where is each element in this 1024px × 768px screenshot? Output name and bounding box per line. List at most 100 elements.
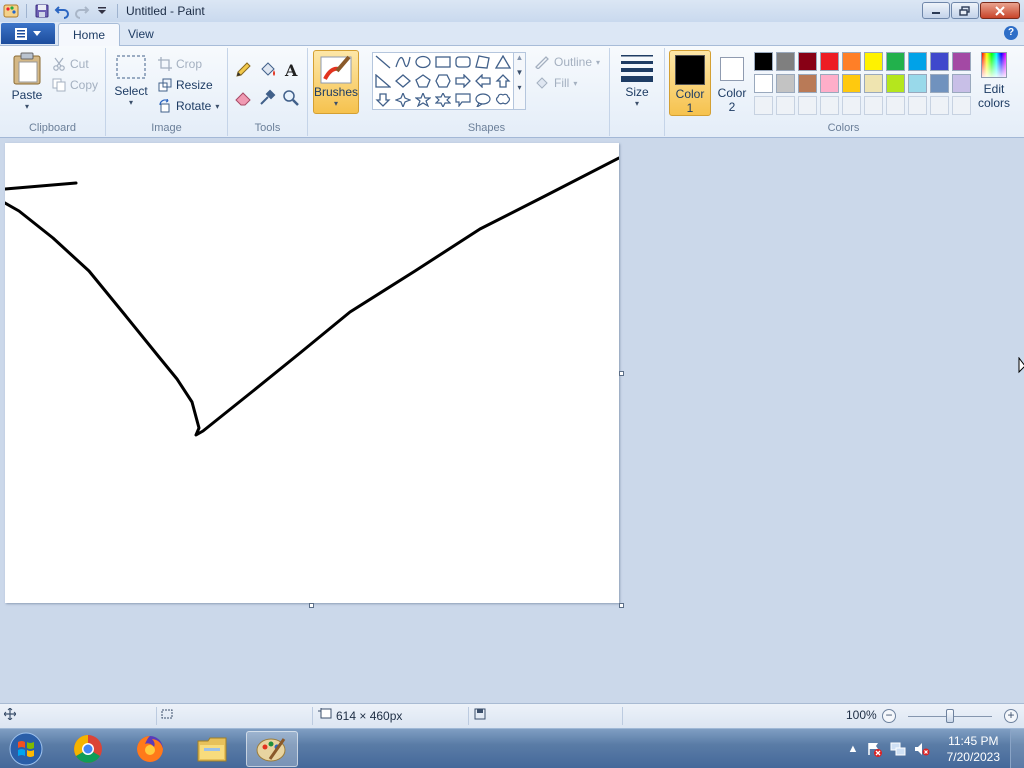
undo-icon[interactable] [53,2,71,20]
pentagon-shape-icon[interactable] [413,72,433,90]
palette-color-swatch[interactable] [930,74,949,93]
diamond-shape-icon[interactable] [393,72,413,90]
edit-colors-button[interactable]: Edit colors [974,50,1014,110]
fill-button[interactable]: Fill ▾ [534,73,577,93]
crop-button[interactable]: Crop [158,54,202,74]
pencil-icon[interactable] [232,60,254,80]
palette-color-swatch[interactable] [820,74,839,93]
canvas-resize-handle-bottom[interactable] [309,603,314,608]
palette-color-swatch[interactable] [908,74,927,93]
palette-color-swatch[interactable] [798,52,817,71]
four-point-star-shape-icon[interactable] [393,91,413,109]
size-button[interactable]: Size ▾ [614,52,660,108]
eraser-icon[interactable] [232,88,254,108]
outline-dropdown-arrow[interactable]: ▾ [596,58,600,67]
brushes-dropdown-arrow[interactable]: ▾ [314,99,358,108]
scroll-down-icon[interactable]: ▼ [514,68,525,77]
close-button[interactable] [980,2,1020,19]
rectangular-callout-shape-icon[interactable] [453,91,473,109]
palette-color-swatch[interactable] [754,74,773,93]
palette-color-swatch[interactable] [776,52,795,71]
shapes-scrollbar[interactable]: ▲ ▼ ▾ [514,52,526,110]
down-arrow-shape-icon[interactable] [373,91,393,109]
save-icon[interactable] [33,2,51,20]
color2-button[interactable]: Color 2 [713,50,751,116]
right-arrow-shape-icon[interactable] [453,72,473,90]
minimize-button[interactable] [922,2,950,19]
firefox-taskbar-icon[interactable] [124,731,176,767]
system-clock[interactable]: 11:45 PM 7/20/2023 [947,733,1000,765]
text-tool-icon[interactable]: A [280,60,302,80]
action-center-icon[interactable] [866,741,882,757]
rotate-button[interactable]: Rotate ▾ [158,96,219,116]
six-point-star-shape-icon[interactable] [433,91,453,109]
copy-button[interactable]: Copy [52,75,98,95]
palette-color-swatch[interactable] [952,52,971,71]
palette-custom-slot[interactable] [820,96,839,115]
palette-color-swatch[interactable] [776,74,795,93]
paint-menu-button[interactable] [1,23,55,44]
triangle-shape-icon[interactable] [493,53,513,71]
customize-quick-access-icon[interactable] [93,2,111,20]
palette-color-swatch[interactable] [952,74,971,93]
canvas-workspace[interactable] [0,139,1024,703]
rectangle-shape-icon[interactable] [433,53,453,71]
palette-color-swatch[interactable] [886,74,905,93]
oval-shape-icon[interactable] [413,53,433,71]
chrome-taskbar-icon[interactable] [62,731,114,767]
palette-color-swatch[interactable] [908,52,927,71]
brushes-button[interactable]: Brushes ▾ [313,50,359,114]
palette-color-swatch[interactable] [842,52,861,71]
color1-button[interactable]: Color 1 [669,50,711,116]
palette-custom-slot[interactable] [754,96,773,115]
restore-button[interactable] [951,2,979,19]
zoom-slider-thumb[interactable] [946,709,954,723]
palette-custom-slot[interactable] [930,96,949,115]
palette-color-swatch[interactable] [798,74,817,93]
paste-dropdown-arrow[interactable]: ▾ [6,102,48,111]
start-button[interactable] [6,732,46,766]
palette-custom-slot[interactable] [842,96,861,115]
outline-button[interactable]: Outline ▾ [534,52,600,72]
drawing-canvas[interactable] [3,143,621,603]
resize-button[interactable]: Resize [158,75,213,95]
palette-color-swatch[interactable] [864,52,883,71]
help-icon[interactable]: ? [1004,26,1018,40]
paste-button[interactable]: Paste ▾ [6,52,48,111]
paint-app-icon[interactable] [2,2,20,20]
size-dropdown-arrow[interactable]: ▾ [614,99,660,108]
palette-color-swatch[interactable] [864,74,883,93]
left-arrow-shape-icon[interactable] [473,72,493,90]
palette-custom-slot[interactable] [798,96,817,115]
rotate-dropdown-arrow[interactable]: ▾ [215,102,219,111]
palette-color-swatch[interactable] [886,52,905,71]
scroll-up-icon[interactable]: ▲ [514,53,525,62]
cloud-callout-shape-icon[interactable] [493,91,513,109]
palette-color-swatch[interactable] [930,52,949,71]
palette-color-swatch[interactable] [754,52,773,71]
zoom-in-button[interactable]: + [1004,709,1018,723]
zoom-out-button[interactable]: − [882,709,896,723]
fill-bucket-icon[interactable] [256,60,278,80]
select-dropdown-arrow[interactable]: ▾ [112,98,150,107]
palette-custom-slot[interactable] [886,96,905,115]
color-picker-icon[interactable] [256,88,278,108]
polygon-shape-icon[interactable] [473,53,493,71]
palette-color-swatch[interactable] [842,74,861,93]
up-arrow-shape-icon[interactable] [493,72,513,90]
rounded-rectangle-shape-icon[interactable] [453,53,473,71]
select-button[interactable]: Select ▾ [112,54,150,107]
file-explorer-taskbar-icon[interactable] [186,731,238,767]
canvas-resize-handle-right[interactable] [619,371,624,376]
fill-dropdown-arrow[interactable]: ▾ [573,79,577,88]
right-triangle-shape-icon[interactable] [373,72,393,90]
curve-shape-icon[interactable] [393,53,413,71]
cut-button[interactable]: Cut [52,54,89,74]
canvas-resize-handle-corner[interactable] [619,603,624,608]
oval-callout-shape-icon[interactable] [473,91,493,109]
redo-icon[interactable] [73,2,91,20]
network-icon[interactable] [890,741,906,757]
palette-color-swatch[interactable] [820,52,839,71]
show-hidden-icons-icon[interactable]: ▲ [845,741,861,757]
tab-view[interactable]: View [114,23,168,47]
